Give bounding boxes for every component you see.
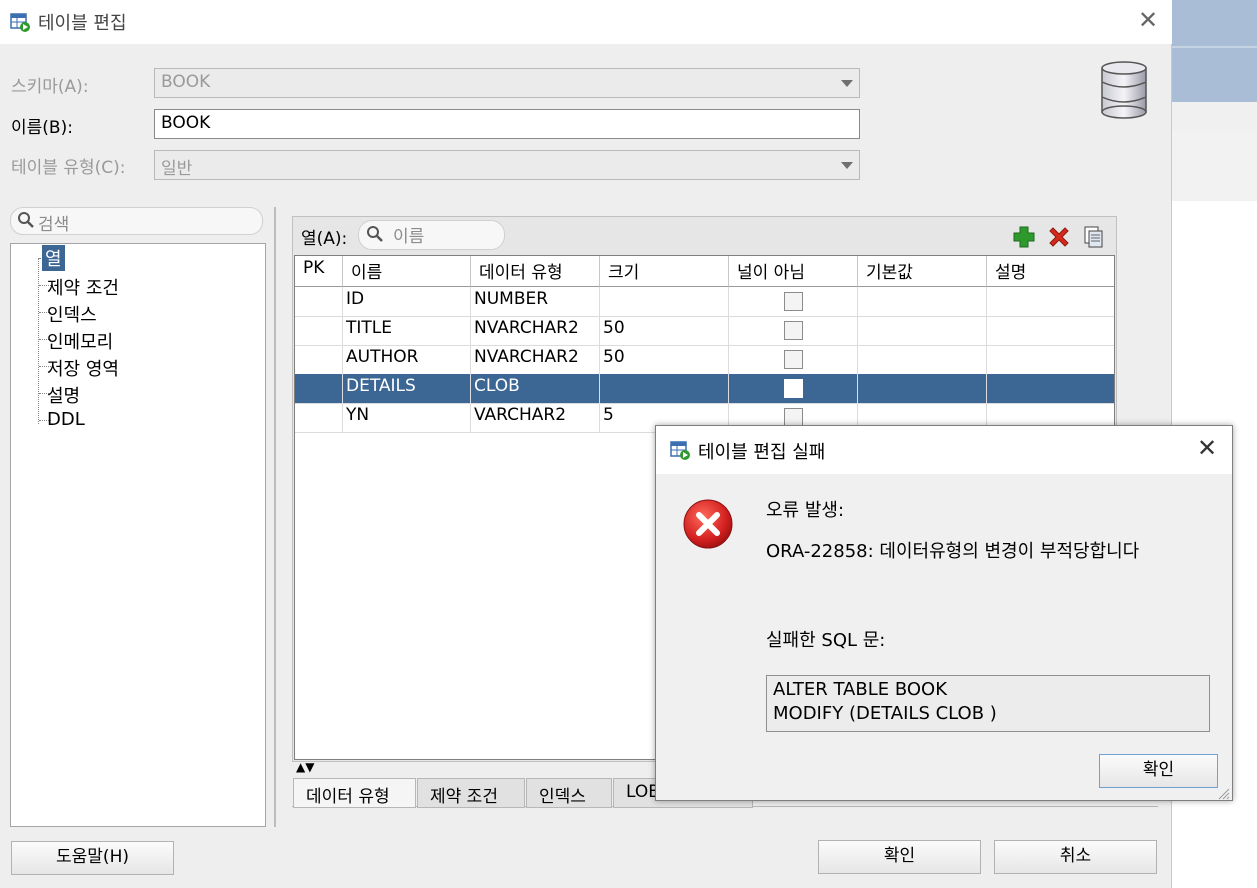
table-type-label: 테이블 유형(C):	[11, 158, 126, 178]
table-type-value: 일반	[161, 159, 193, 179]
background-panel	[1172, 102, 1257, 131]
dialog-titlebar	[0, 0, 1172, 44]
help-button[interactable]: 도움말(H)	[11, 841, 174, 875]
table-row[interactable]: ID NUMBER	[295, 287, 1114, 317]
resize-grip-icon[interactable]	[1216, 786, 1230, 800]
nav-item-inmemory[interactable]: 인메모리	[47, 328, 113, 354]
error-heading: 오류 발생:	[766, 500, 845, 521]
table-row[interactable]: TITLE NVARCHAR2 50	[295, 316, 1114, 346]
not-null-checkbox[interactable]	[784, 292, 803, 311]
ok-button[interactable]: 확인	[818, 840, 981, 874]
cell-data-type[interactable]: NUMBER	[471, 287, 600, 316]
nav-item-columns[interactable]: 열	[42, 245, 65, 271]
chevron-down-icon	[841, 80, 853, 87]
cell-pk[interactable]	[295, 345, 343, 374]
table-type-select[interactable]: 일반	[154, 150, 860, 180]
copy-icon[interactable]	[1082, 225, 1106, 249]
nav-item-indexes[interactable]: 인덱스	[47, 301, 97, 327]
error-dialog: 테이블 편집 실패 ✕ 오류 발생: ORA-22858: 데이터유형의 변경이…	[655, 425, 1233, 801]
tab-indexes[interactable]: 인덱스	[526, 778, 612, 808]
background-window	[1172, 0, 1257, 102]
nav-item-ddl[interactable]: DDL	[47, 409, 85, 430]
cell-comment[interactable]	[987, 345, 1114, 374]
nav-item-constraints[interactable]: 제약 조건	[47, 274, 119, 300]
not-null-checkbox[interactable]	[784, 350, 803, 369]
error-icon	[683, 499, 733, 549]
cell-name[interactable]: TITLE	[343, 316, 471, 345]
cell-name[interactable]: AUTHOR	[343, 345, 471, 374]
not-null-checkbox[interactable]	[784, 321, 803, 340]
cell-pk[interactable]	[295, 403, 343, 432]
sql-line: MODIFY (DETAILS CLOB )	[773, 703, 997, 724]
header-data-type[interactable]: 데이터 유형	[471, 256, 600, 287]
cell-comment[interactable]	[987, 374, 1114, 403]
cell-default[interactable]	[858, 374, 987, 403]
cell-comment[interactable]	[987, 287, 1114, 316]
cell-comment[interactable]	[987, 316, 1114, 345]
schema-label: 스키마(A):	[11, 77, 89, 97]
error-message: ORA-22858: 데이터유형의 변경이 부적당합니다	[766, 541, 1140, 562]
cell-pk[interactable]	[295, 374, 343, 403]
background-divider	[1172, 46, 1257, 48]
cell-size[interactable]: 50	[600, 345, 729, 374]
header-not-null[interactable]: 널이 아님	[729, 256, 858, 287]
cancel-button[interactable]: 취소	[994, 840, 1157, 874]
database-icon	[1101, 61, 1147, 119]
search-icon	[367, 226, 383, 242]
search-icon	[18, 212, 34, 228]
header-default[interactable]: 기본값	[858, 256, 987, 287]
splitter[interactable]	[274, 207, 276, 827]
nav-search-placeholder: 검색	[38, 215, 70, 235]
cell-default[interactable]	[858, 287, 987, 316]
header-pk[interactable]: PK	[295, 256, 343, 287]
cell-data-type[interactable]: VARCHAR2	[471, 403, 600, 432]
cell-size[interactable]: 50	[600, 316, 729, 345]
tree-connector	[38, 258, 39, 424]
dialog-title: 테이블 편집	[38, 13, 127, 34]
cell-pk[interactable]	[295, 287, 343, 316]
add-icon[interactable]	[1012, 225, 1036, 249]
table-row[interactable]: AUTHOR NVARCHAR2 50	[295, 345, 1114, 375]
nav-tree: 열 제약 조건 인덱스 인메모리 저장 영역 설명 DDL	[10, 243, 266, 827]
table-row-selected[interactable]: DETAILS CLOB	[295, 374, 1114, 404]
cell-name[interactable]: DETAILS	[343, 374, 471, 403]
cell-data-type[interactable]: NVARCHAR2	[471, 316, 600, 345]
table-edit-icon	[670, 441, 690, 460]
columns-search-placeholder: 이름	[393, 227, 425, 247]
header-size[interactable]: 크기	[600, 256, 729, 287]
error-ok-button[interactable]: 확인	[1099, 754, 1218, 788]
cell-name[interactable]: YN	[343, 403, 471, 432]
header-name[interactable]: 이름	[343, 256, 471, 287]
cell-data-type[interactable]: CLOB	[471, 374, 600, 403]
header-comment[interactable]: 설명	[987, 256, 1114, 287]
schema-value: BOOK	[161, 72, 211, 92]
error-dialog-title: 테이블 편집 실패	[698, 442, 826, 463]
tab-data-type[interactable]: 데이터 유형	[293, 778, 416, 808]
sql-line: ALTER TABLE BOOK	[773, 679, 948, 700]
cell-size[interactable]	[600, 374, 729, 403]
delete-icon[interactable]	[1047, 225, 1071, 249]
schema-select[interactable]: BOOK	[154, 68, 860, 98]
cell-default[interactable]	[858, 316, 987, 345]
name-input[interactable]: BOOK	[154, 109, 860, 139]
name-label: 이름(B):	[11, 118, 73, 138]
tab-constraints[interactable]: 제약 조건	[417, 778, 525, 808]
cell-pk[interactable]	[295, 316, 343, 345]
background-panel-lower	[1172, 131, 1257, 201]
cell-default[interactable]	[858, 345, 987, 374]
columns-label: 열(A):	[301, 229, 348, 249]
sql-heading: 실패한 SQL 문:	[766, 630, 886, 651]
nav-item-comment[interactable]: 설명	[47, 382, 80, 408]
cell-size[interactable]	[600, 287, 729, 316]
splitter-arrows-icon[interactable]: ▲▼	[296, 760, 314, 774]
cell-name[interactable]: ID	[343, 287, 471, 316]
close-icon[interactable]: ✕	[1138, 8, 1160, 32]
table-edit-icon	[10, 13, 30, 32]
not-null-checkbox[interactable]	[784, 379, 803, 398]
cell-data-type[interactable]: NVARCHAR2	[471, 345, 600, 374]
nav-item-storage[interactable]: 저장 영역	[47, 355, 119, 381]
chevron-down-icon	[841, 162, 853, 169]
close-icon[interactable]: ✕	[1197, 434, 1217, 462]
